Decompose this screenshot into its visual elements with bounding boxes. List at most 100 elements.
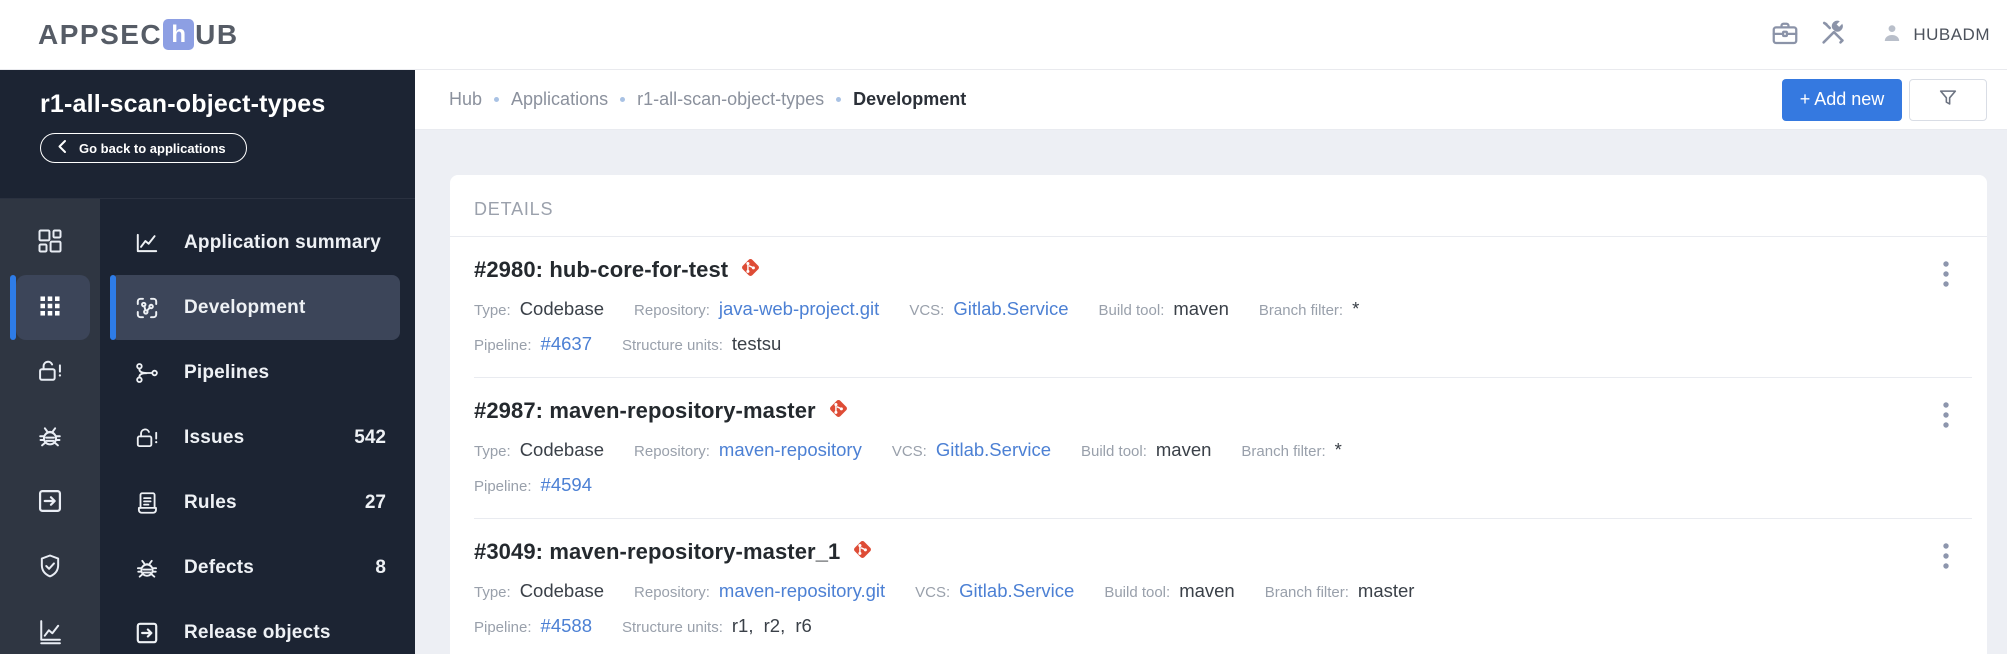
sidebar-item-count: 542: [354, 426, 386, 448]
sidebar-item-label: Application summary: [184, 231, 382, 253]
structure-units-value: testsu: [731, 333, 782, 354]
rail-item-applications[interactable]: [0, 275, 100, 340]
exit-box-icon: [134, 620, 160, 646]
branch-filter-value: *: [1334, 439, 1342, 460]
item-menu-button[interactable]: [1928, 257, 1964, 293]
rail-item-reports[interactable]: [0, 600, 100, 654]
branch-filter-value: *: [1352, 298, 1360, 319]
build-tool-label: Build tool:: [1098, 302, 1165, 319]
branch-filter-label: Branch filter:: [1264, 584, 1349, 601]
details-card: DETAILS #2980: hub-core-for-test Type: C…: [450, 175, 1987, 654]
chevron-left-icon: [57, 139, 67, 157]
sidebar-item-count: 8: [375, 556, 386, 578]
sidebar-header: r1-all-scan-object-types Go back to appl…: [0, 70, 415, 199]
kebab-icon: [1942, 542, 1950, 573]
sidebar-menu: Application summary Development Pipeline…: [100, 199, 415, 654]
add-new-button[interactable]: + Add new: [1782, 78, 1902, 121]
rail-item-security[interactable]: [0, 535, 100, 600]
type-label: Type:: [474, 302, 511, 319]
user-menu[interactable]: HUBADM: [1880, 21, 1990, 48]
sidebar-item-issues[interactable]: Issues 542: [110, 405, 400, 470]
bug-icon: [36, 422, 64, 453]
tools-button[interactable]: [1812, 14, 1854, 56]
application-title: r1-all-scan-object-types: [40, 90, 326, 118]
briefcase-button[interactable]: [1764, 14, 1806, 56]
pipeline-label: Pipeline:: [474, 337, 532, 354]
repository-link[interactable]: maven-repository.git: [719, 578, 885, 604]
breadcrumb-hub[interactable]: Hub: [449, 89, 482, 110]
rules-scroll-icon: [134, 490, 160, 516]
logo-text-pre: APPSEC: [38, 18, 163, 50]
branch-filter-label: Branch filter:: [1241, 443, 1326, 460]
git-icon: [827, 397, 850, 425]
detail-item-title-row: #2987: maven-repository-master: [474, 397, 1912, 425]
pipeline-link[interactable]: #4594: [541, 472, 592, 498]
appsechub-logo: APPSEC h UB: [38, 19, 239, 51]
detail-item-title: #2980: hub-core-for-test: [474, 257, 729, 282]
rail-item-release[interactable]: [0, 470, 100, 535]
build-tool-value: maven: [1155, 439, 1212, 460]
sidebar-item-release-objects[interactable]: Release objects: [110, 600, 400, 654]
meta-row: Type: Codebase Repository: java-web-projec…: [474, 296, 1912, 324]
pipeline-link[interactable]: #4637: [541, 331, 592, 357]
sidebar-item-development[interactable]: Development: [110, 275, 400, 340]
pipeline-label: Pipeline:: [474, 478, 532, 495]
kebab-icon: [1942, 260, 1950, 291]
go-back-label: Go back to applications: [79, 140, 226, 156]
icon-rail: [0, 199, 100, 654]
shield-check-icon: [36, 552, 64, 583]
rail-item-issues[interactable]: [0, 340, 100, 405]
repository-label: Repository:: [634, 302, 710, 319]
meta-row: Type: Codebase Repository: maven-repositor…: [474, 578, 1912, 606]
vcs-link[interactable]: Gitlab.Service: [959, 578, 1074, 604]
build-tool-value: maven: [1179, 580, 1235, 601]
git-icon: [739, 256, 762, 284]
breadcrumb-bar: Hub Applications r1-all-scan-object-type…: [415, 70, 2007, 130]
detail-item: #2987: maven-repository-master Type: Cod…: [474, 377, 1972, 518]
page-actions: + Add new: [1782, 78, 1987, 121]
structure-units-value: r1, r2, r6: [731, 615, 812, 636]
breadcrumb-applications[interactable]: Applications: [511, 89, 608, 110]
structure-units-label: Structure units:: [622, 337, 723, 354]
sidebar-item-label: Defects: [184, 556, 255, 578]
type-label: Type:: [474, 584, 511, 601]
pipeline-link[interactable]: #4588: [541, 613, 592, 639]
type-value: Codebase: [519, 439, 605, 460]
type-value: Codebase: [519, 580, 605, 601]
sidebar-item-pipelines[interactable]: Pipelines: [110, 340, 400, 405]
go-back-button[interactable]: Go back to applications: [40, 133, 247, 163]
sidebar-item-rules[interactable]: Rules 27: [110, 470, 400, 535]
repository-link[interactable]: maven-repository: [719, 437, 862, 463]
detail-item-title-row: #3049: maven-repository-master_1: [474, 538, 1912, 566]
detail-item: #2980: hub-core-for-test Type: Codebase …: [474, 237, 1972, 377]
detail-item: #3049: maven-repository-master_1 Type: C…: [474, 518, 1972, 654]
sidebar-item-label: Rules: [184, 491, 237, 513]
item-menu-button[interactable]: [1928, 539, 1964, 575]
breadcrumb-separator: [494, 97, 500, 102]
sidebar-item-defects[interactable]: Defects 8: [110, 535, 400, 600]
details-title: DETAILS: [474, 199, 554, 219]
sidebar-item-label: Issues: [184, 426, 245, 448]
repository-link[interactable]: java-web-project.git: [719, 296, 879, 322]
vcs-link[interactable]: Gitlab.Service: [953, 296, 1068, 322]
dashboard-icon: [36, 227, 64, 258]
sidebar-item-label: Pipelines: [184, 361, 270, 383]
build-tool-value: maven: [1173, 298, 1229, 319]
build-tool-label: Build tool:: [1104, 584, 1171, 601]
rail-item-dashboard[interactable]: [0, 210, 100, 275]
lock-alert-icon: [36, 357, 64, 388]
item-menu-button[interactable]: [1928, 398, 1964, 434]
exit-box-icon: [36, 487, 64, 518]
vcs-link[interactable]: Gitlab.Service: [936, 437, 1051, 463]
pipeline-label: Pipeline:: [474, 619, 532, 636]
repository-label: Repository:: [634, 584, 710, 601]
branch-filter-label: Branch filter:: [1258, 302, 1344, 319]
sidebar-item-application-summary[interactable]: Application summary: [110, 210, 400, 275]
breadcrumb-application-name[interactable]: r1-all-scan-object-types: [637, 89, 824, 110]
chart-icon: [36, 617, 64, 648]
filter-button[interactable]: [1909, 78, 1987, 121]
rail-item-defects[interactable]: [0, 405, 100, 470]
main-content: DETAILS #2980: hub-core-for-test Type: C…: [415, 130, 2007, 654]
branch-filter-value: master: [1357, 580, 1415, 601]
build-tool-label: Build tool:: [1081, 443, 1147, 460]
